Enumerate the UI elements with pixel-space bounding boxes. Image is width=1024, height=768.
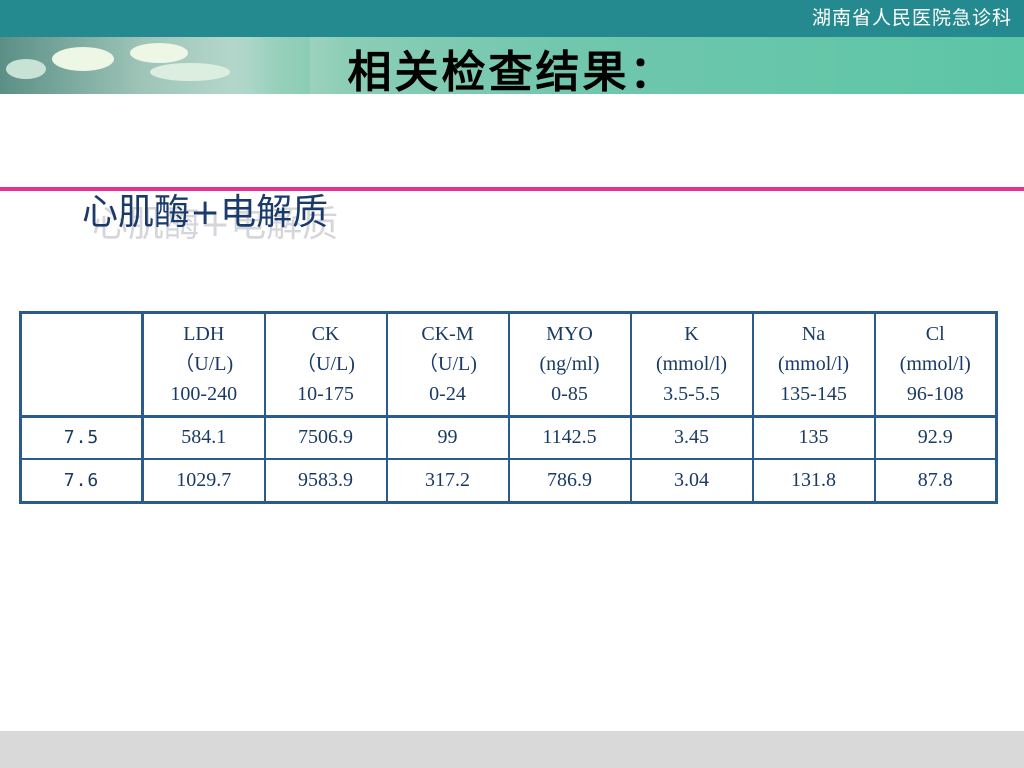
section-heading: 心肌酶+电解质 心肌酶+电解质 — [82, 190, 482, 250]
value-cell: 92.9 — [873, 415, 998, 461]
column-name: CK — [311, 323, 340, 346]
table-header-row: LDH （U/L) 100-240 CK （U/L) 10-175 CK-M （… — [19, 311, 998, 418]
column-range: 10-175 — [297, 383, 354, 406]
value-cell: 1029.7 — [141, 458, 266, 504]
value-cell: 584.1 — [141, 415, 266, 461]
column-range: 100-240 — [170, 383, 238, 406]
column-name: Cl — [925, 323, 945, 346]
table-row: 7.5 584.1 7506.9 99 1142.5 3.45 135 92.9 — [19, 415, 998, 461]
date-cell: 7.5 — [19, 415, 144, 461]
column-unit: （U/L) — [418, 353, 477, 376]
column-unit: (mmol/l) — [899, 353, 971, 376]
section-heading-text: 心肌酶+电解质 — [82, 192, 329, 233]
table-row: 7.6 1029.7 9583.9 317.2 786.9 3.04 131.8… — [19, 458, 998, 504]
hospital-name: 湖南省人民医院急诊科 — [811, 7, 1012, 29]
column-name: CK-M — [421, 323, 474, 346]
value-cell: 99 — [385, 415, 510, 461]
value-cell: 7506.9 — [263, 415, 388, 461]
value-cell: 3.45 — [629, 415, 754, 461]
value-cell: 786.9 — [507, 458, 632, 504]
column-header-k: K (mmol/l) 3.5-5.5 — [629, 311, 754, 418]
column-range: 135-145 — [780, 383, 847, 406]
slide-title: 相关检查结果： — [347, 47, 677, 98]
column-unit: （U/L) — [174, 353, 234, 376]
column-header-na: Na (mmol/l) 135-145 — [751, 311, 876, 418]
column-range: 96-108 — [906, 383, 964, 406]
column-range: 0-24 — [429, 383, 466, 406]
column-range: 0-85 — [551, 383, 588, 406]
column-header-ck: CK （U/L) 10-175 — [263, 311, 388, 418]
value-cell: 87.8 — [873, 458, 998, 504]
column-header-myo: MYO (ng/ml) 0-85 — [507, 311, 632, 418]
column-unit: (mmol/l) — [777, 353, 850, 376]
footer-bar — [0, 731, 1024, 768]
column-unit: (ng/ml) — [539, 353, 600, 376]
value-cell: 135 — [751, 415, 876, 461]
column-header-cl: Cl (mmol/l) 96-108 — [873, 311, 998, 418]
value-cell: 3.04 — [629, 458, 754, 504]
corner-cell — [19, 311, 144, 418]
date-cell: 7.6 — [19, 458, 144, 504]
value-cell: 131.8 — [751, 458, 876, 504]
column-name: Na — [801, 323, 826, 346]
column-range: 3.5-5.5 — [663, 383, 720, 406]
column-name: MYO — [546, 323, 593, 346]
column-header-ck-m: CK-M （U/L) 0-24 — [385, 311, 510, 418]
top-banner: 湖南省人民医院急诊科 — [0, 0, 1024, 37]
column-header-ldh: LDH （U/L) 100-240 — [141, 311, 266, 418]
value-cell: 317.2 — [385, 458, 510, 504]
value-cell: 1142.5 — [507, 415, 632, 461]
column-name: LDH — [183, 323, 225, 346]
column-name: K — [684, 323, 699, 346]
column-unit: (mmol/l) — [655, 353, 728, 376]
column-unit: （U/L) — [296, 353, 355, 376]
lab-results-table: LDH （U/L) 100-240 CK （U/L) 10-175 CK-M （… — [19, 311, 998, 504]
value-cell: 9583.9 — [263, 458, 388, 504]
